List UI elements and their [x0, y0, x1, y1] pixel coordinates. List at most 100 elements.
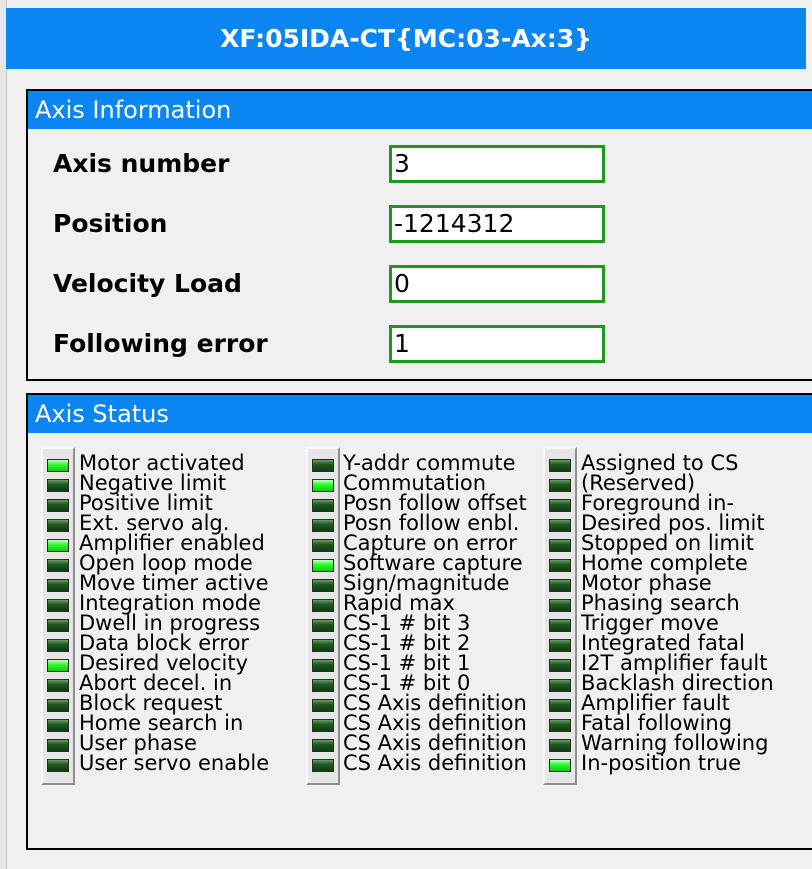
status-label: CS Axis definition — [343, 731, 527, 755]
status-label: Data block error — [79, 631, 250, 655]
status-led-indicator — [549, 599, 571, 612]
status-led-indicator — [312, 679, 334, 692]
status-led-indicator — [549, 579, 571, 592]
status-led-indicator — [312, 519, 334, 532]
status-label: CS-1 # bit 2 — [343, 631, 471, 655]
status-label: Open loop mode — [79, 551, 253, 575]
status-label: Home search in — [79, 711, 244, 735]
window-title: XF:05IDA-CT{MC:03-Ax:3} — [6, 8, 806, 69]
status-label: In-position true — [581, 751, 742, 775]
status-led-indicator — [47, 499, 69, 512]
status-label: Positive limit — [79, 491, 213, 515]
status-led-indicator — [549, 619, 571, 632]
status-led-indicator — [47, 559, 69, 572]
status-led-indicator — [47, 579, 69, 592]
status-label: Integration mode — [79, 591, 261, 615]
status-led-indicator — [47, 599, 69, 612]
status-led-indicator — [549, 519, 571, 532]
status-led-indicator — [549, 499, 571, 512]
status-label: Dwell in progress — [79, 611, 261, 635]
status-led-indicator — [47, 639, 69, 652]
axis-number-label: Axis number — [53, 149, 230, 178]
status-label: User servo enable — [79, 751, 270, 775]
led-column-3 — [543, 447, 577, 785]
status-led-indicator — [47, 619, 69, 632]
status-label: Move timer active — [79, 571, 269, 595]
window-title-text: XF:05IDA-CT{MC:03-Ax:3} — [220, 24, 592, 53]
status-label: Amplifier fault — [581, 691, 730, 715]
status-led-indicator — [47, 699, 69, 712]
following-error-label: Following error — [53, 329, 268, 358]
status-label: Posn follow offset — [343, 491, 527, 515]
status-led-indicator — [312, 639, 334, 652]
status-label: Fatal following — [581, 711, 733, 735]
status-label: Ext. servo alg. — [79, 511, 230, 535]
status-label: User phase — [79, 731, 197, 755]
status-label: Abort decel. in — [79, 671, 233, 695]
status-led-indicator — [312, 499, 334, 512]
status-label: Amplifier enabled — [79, 531, 265, 555]
status-label: Trigger move — [581, 611, 719, 635]
following-error-field[interactable]: 1 — [389, 325, 605, 363]
status-label: (Reserved) — [581, 471, 696, 495]
status-led-indicator — [47, 519, 69, 532]
status-label: Stopped on limit — [581, 531, 755, 555]
status-label: Motor activated — [79, 451, 245, 475]
status-led-indicator — [312, 659, 334, 672]
status-led-indicator — [312, 619, 334, 632]
status-led-indicator — [47, 759, 69, 772]
status-led-indicator — [549, 739, 571, 752]
status-label: CS Axis definition — [343, 711, 527, 735]
status-label: Desired pos. limit — [581, 511, 765, 535]
status-label: CS Axis definition — [343, 751, 527, 775]
status-label: Backlash direction — [581, 671, 774, 695]
status-label: Warning following — [581, 731, 769, 755]
status-led-indicator — [47, 679, 69, 692]
status-led-indicator — [312, 599, 334, 612]
axis-status-header: Axis Status — [28, 395, 812, 433]
axis-information-panel: Axis Information Axis number 3 Position … — [26, 89, 812, 381]
status-label: Negative limit — [79, 471, 227, 495]
status-led-indicator — [549, 659, 571, 672]
status-led-indicator — [312, 459, 334, 472]
status-led-indicator — [47, 659, 69, 672]
status-label: CS-1 # bit 0 — [343, 671, 471, 695]
velocity-load-field[interactable]: 0 — [389, 265, 605, 303]
status-led-indicator — [549, 559, 571, 572]
status-label: Posn follow enbl. — [343, 511, 520, 535]
status-label: Motor phase — [581, 571, 712, 595]
window-edge — [0, 0, 7, 869]
status-label: Y-addr commute — [343, 451, 516, 475]
status-led-indicator — [312, 479, 334, 492]
status-label: Sign/magnitude — [343, 571, 510, 595]
status-led-indicator — [549, 699, 571, 712]
status-label: CS-1 # bit 1 — [343, 651, 471, 675]
position-field[interactable]: -1214312 — [389, 205, 605, 243]
status-led-indicator — [312, 699, 334, 712]
axis-number-field[interactable]: 3 — [389, 145, 605, 183]
status-led-indicator — [312, 579, 334, 592]
status-led-indicator — [312, 759, 334, 772]
status-label: Assigned to CS — [581, 451, 739, 475]
led-column-1 — [41, 447, 75, 785]
status-label: Home complete — [581, 551, 748, 575]
status-led-indicator — [47, 719, 69, 732]
status-led-indicator — [549, 639, 571, 652]
status-label: Commutation — [343, 471, 487, 495]
status-led-indicator — [312, 559, 334, 572]
status-led-indicator — [549, 479, 571, 492]
velocity-load-label: Velocity Load — [53, 269, 242, 298]
axis-status-panel: Axis Status Motor activated Negative limi… — [26, 393, 812, 850]
status-label: Foreground in- — [581, 491, 734, 515]
status-label: Rapid max — [343, 591, 455, 615]
status-led-indicator — [47, 739, 69, 752]
position-label: Position — [53, 209, 168, 238]
status-label: Capture on error — [343, 531, 517, 555]
status-label: I2T amplifier fault — [581, 651, 768, 675]
status-label: Integrated fatal — [581, 631, 745, 655]
status-led-indicator — [549, 679, 571, 692]
led-column-2 — [306, 447, 340, 785]
status-led-indicator — [47, 539, 69, 552]
status-led-indicator — [312, 719, 334, 732]
status-led-indicator — [549, 759, 571, 772]
